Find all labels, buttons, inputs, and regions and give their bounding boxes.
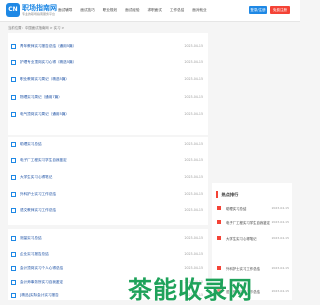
document-icon <box>11 157 16 163</box>
list-item-title[interactable]: 护理专业顶岗实习心得（精选5篇） <box>20 60 180 65</box>
ranking-item[interactable]: 电子厂工程实习学生自我鉴定 2023-04-15 <box>217 218 289 226</box>
document-icon <box>11 94 16 100</box>
list-item-date: 2023-04-15 <box>184 158 203 162</box>
ranking-item-date: 2023-04-15 <box>271 206 289 210</box>
list-item-title[interactable]: 物理实习周记（通用7篇） <box>20 95 180 100</box>
list-item-date: 2023-04-15 <box>184 95 203 99</box>
list-item[interactable]: 电气顶岗实习周记（通用5篇） 2023-04-15 <box>11 110 203 118</box>
document-icon <box>11 141 16 147</box>
list-item-date: 2023-04-15 <box>184 208 203 212</box>
list-item[interactable]: 大学生实习心得笔记 2023-04-15 <box>11 173 203 181</box>
document-icon <box>11 265 16 271</box>
document-icon <box>11 43 16 49</box>
list-item-title[interactable]: 测量实习总结 <box>20 236 180 241</box>
list-item-title[interactable]: 大学生实习心得笔记 <box>20 175 180 180</box>
breadcrumb: 当前位置：中国面试指南网 > 实习 > <box>8 26 65 30</box>
document-icon <box>11 174 16 180</box>
nav-item[interactable]: 职业规划 <box>103 8 117 13</box>
list-item-date: 2023-04-15 <box>184 175 203 179</box>
site-logo-subtitle: 专业的职场指南服务平台 <box>22 12 56 16</box>
hot-ranking-header: 热点排行 <box>216 191 238 198</box>
list-item[interactable]: 护理专业顶岗实习心得（精选5篇） 2023-04-15 <box>11 58 203 66</box>
list-item[interactable]: 语文教师实习工作总结 2023-04-15 <box>11 206 203 214</box>
ranking-item-date: 2023-04-15 <box>271 289 289 293</box>
list-item[interactable]: 测量实习总结 2023-04-15 <box>11 234 203 242</box>
main-nav: 面试辅导 面试技巧 职业规划 面试经验 求职面试 工作总结 面对就业 <box>58 0 215 21</box>
rank-badge-icon <box>217 236 221 240</box>
list-item-date: 2023-04-15 <box>184 77 203 81</box>
nav-item[interactable]: 面试辅导 <box>58 8 72 13</box>
nav-item[interactable]: 工作总结 <box>170 8 184 13</box>
nav-item[interactable]: 面对就业 <box>192 8 206 13</box>
document-icon <box>11 207 16 213</box>
ranking-item-date: 2023-04-15 <box>271 236 289 240</box>
ranking-item-date: 2023-04-15 <box>271 266 289 270</box>
list-item-title[interactable]: 助理实习总结 <box>20 142 180 147</box>
ranking-item[interactable]: 大学生实习心得笔记 2023-04-15 <box>217 234 289 242</box>
list-item-date: 2023-04-15 <box>184 112 203 116</box>
list-item[interactable]: 物理实习周记（通用7篇） 2023-04-15 <box>11 93 203 101</box>
ranking-item-date: 2023-04-15 <box>271 220 289 224</box>
document-icon <box>11 279 16 285</box>
list-item-date: 2023-04-15 <box>184 60 203 64</box>
list-item-date: 2023-04-15 <box>184 44 203 48</box>
nav-item[interactable]: 面试经验 <box>125 8 139 13</box>
login-button[interactable]: 登录/注册 <box>249 6 267 14</box>
list-item[interactable]: 职业教育实习周记（精选5篇） 2023-04-15 <box>11 75 203 83</box>
list-item-title[interactable]: 语文教师实习工作总结 <box>20 208 180 213</box>
list-item-title[interactable]: 电子厂工程实习学生自我鉴定 <box>20 158 180 163</box>
list-item[interactable]: 企业实习报告总结 2023-04-15 <box>11 250 203 258</box>
site-logo-icon[interactable]: CN <box>6 3 20 17</box>
rank-badge-icon <box>217 206 221 210</box>
ranking-item-title[interactable]: 电子厂工程实习学生自我鉴定 <box>226 220 270 225</box>
list-item[interactable]: 助理实习总结 2023-04-15 <box>11 140 203 148</box>
document-icon <box>11 111 16 117</box>
list-item-date: 2023-04-15 <box>184 236 203 240</box>
document-icon <box>11 235 16 241</box>
list-item-title[interactable]: 职业教育实习周记（精选5篇） <box>20 77 180 82</box>
list-item[interactable]: 青年教师实习报告总结（通用5篇） 2023-04-15 <box>11 42 203 50</box>
document-icon <box>11 59 16 65</box>
rank-badge-icon <box>217 220 221 224</box>
list-item-date: 2023-04-15 <box>184 192 203 196</box>
list-item-title[interactable]: 企业实习报告总结 <box>20 252 180 257</box>
nav-item[interactable]: 面试技巧 <box>80 8 94 13</box>
list-item-title[interactable]: 电气顶岗实习周记（通用5篇） <box>20 112 180 117</box>
list-item[interactable]: 电子厂工程实习学生自我鉴定 2023-04-15 <box>11 156 203 164</box>
accent-bar-icon <box>216 191 218 198</box>
list-item-date: 2023-04-15 <box>184 252 203 256</box>
ranking-item-title[interactable]: 大学生实习心得笔记 <box>226 236 270 241</box>
list-item-title[interactable]: 外科护士实习工作总结 <box>20 192 180 197</box>
document-icon <box>11 76 16 82</box>
document-icon <box>11 251 16 257</box>
nav-item[interactable]: 求职面试 <box>148 8 162 13</box>
document-icon <box>11 191 16 197</box>
register-button[interactable]: 免费注册 <box>270 6 290 14</box>
ranking-item-title[interactable]: 助理实习总结 <box>226 206 270 211</box>
list-item-date: 2023-04-15 <box>184 142 203 146</box>
ranking-item[interactable]: 助理实习总结 2023-04-15 <box>217 204 289 212</box>
document-icon <box>11 292 16 298</box>
list-item[interactable]: 外科护士实习工作总结 2023-04-15 <box>11 190 203 198</box>
site-header: CN 职场指南网 专业的职场指南服务平台 面试辅导 面试技巧 职业规划 面试经验… <box>0 0 300 22</box>
list-item-title[interactable]: 青年教师实习报告总结（通用5篇） <box>20 44 180 49</box>
hot-ranking-title: 热点排行 <box>221 191 239 197</box>
